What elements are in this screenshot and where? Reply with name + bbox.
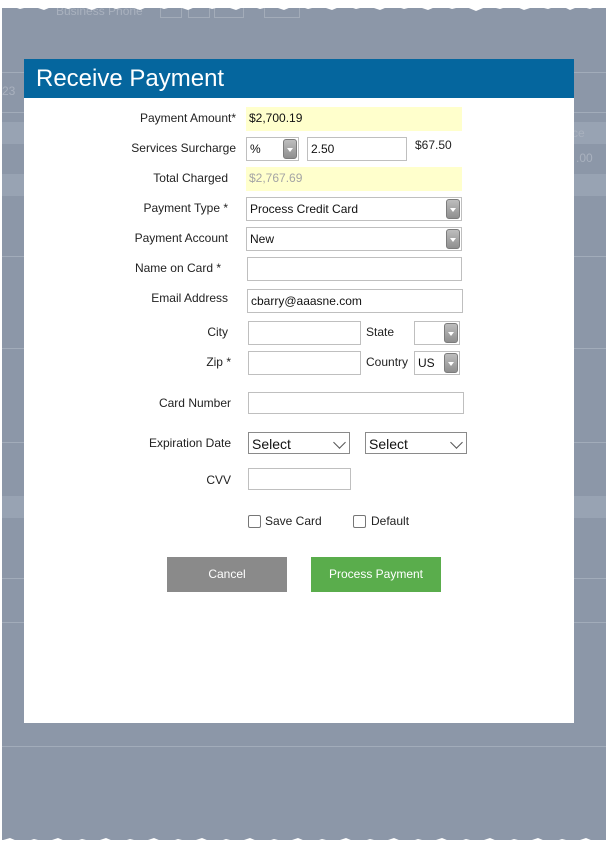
payment-type-value: Process Credit Card xyxy=(250,202,359,216)
payment-amount-field[interactable]: $2,700.19 xyxy=(246,107,462,131)
expiration-date-label: Expiration Date xyxy=(148,436,231,450)
bg-divider xyxy=(2,746,606,747)
city-label: City xyxy=(207,325,228,339)
zip-label: Zip * xyxy=(206,355,231,369)
card-number-input[interactable] xyxy=(248,392,464,414)
surcharge-rate-input[interactable]: 2.50 xyxy=(307,137,407,161)
dropdown-arrow-icon xyxy=(283,139,297,159)
city-input[interactable] xyxy=(248,321,361,345)
process-payment-button[interactable]: Process Payment xyxy=(311,557,441,592)
payment-type-label: Payment Type * xyxy=(143,201,229,215)
cvv-label: CVV xyxy=(206,473,231,487)
state-select[interactable] xyxy=(414,321,460,345)
expiration-year-value: Select xyxy=(369,436,408,452)
dropdown-arrow-icon xyxy=(446,229,460,249)
payment-account-label: Payment Account xyxy=(134,231,228,245)
torn-edge-bottom xyxy=(0,838,609,848)
default-checkbox[interactable] xyxy=(353,515,366,528)
payment-account-value: New xyxy=(250,232,275,246)
surcharge-type-value: % xyxy=(250,142,261,156)
payment-account-select[interactable]: New xyxy=(246,227,462,251)
dialog-title: Receive Payment xyxy=(24,59,574,98)
dropdown-arrow-icon xyxy=(446,199,460,219)
surcharge-type-select[interactable]: % xyxy=(246,137,299,161)
surcharge-amount: $67.50 xyxy=(415,138,452,152)
expiration-year-select[interactable]: Select xyxy=(365,432,467,454)
expiration-month-value: Select xyxy=(252,436,291,452)
dropdown-arrow-icon xyxy=(444,323,458,343)
chevron-down-icon xyxy=(333,436,346,449)
payment-amount-label: Payment Amount* xyxy=(139,111,236,125)
torn-edge-top xyxy=(0,0,609,11)
bg-cell-value: .00 xyxy=(576,151,593,165)
bg-row-number: 23 xyxy=(2,84,16,98)
total-charged-label: Total Charged xyxy=(153,171,228,185)
cancel-button[interactable]: Cancel xyxy=(167,557,287,592)
expiration-month-select[interactable]: Select xyxy=(248,432,350,454)
country-value: US xyxy=(418,356,435,370)
zip-input[interactable] xyxy=(248,351,361,375)
name-on-card-input[interactable] xyxy=(247,257,462,281)
chevron-down-icon xyxy=(450,436,463,449)
country-select[interactable]: US xyxy=(414,351,460,375)
country-label: Country xyxy=(366,355,409,369)
receive-payment-dialog: Receive Payment Payment Amount* $2,700.1… xyxy=(24,59,574,723)
name-on-card-label: Name on Card * xyxy=(134,261,221,275)
services-surcharge-label: Services Surcharge xyxy=(131,141,236,155)
payment-type-select[interactable]: Process Credit Card xyxy=(246,197,462,221)
save-card-checkbox[interactable] xyxy=(248,515,261,528)
default-label: Default xyxy=(371,514,410,528)
dropdown-arrow-icon xyxy=(444,353,458,373)
total-charged-field: $2,767.69 xyxy=(246,167,462,191)
email-address-input[interactable]: cbarry@aaasne.com xyxy=(247,289,463,313)
save-card-label: Save Card xyxy=(265,514,322,528)
state-label: State xyxy=(366,325,395,339)
email-address-label: Email Address xyxy=(151,291,228,305)
card-number-label: Card Number xyxy=(158,396,231,410)
cvv-input[interactable] xyxy=(248,468,351,490)
